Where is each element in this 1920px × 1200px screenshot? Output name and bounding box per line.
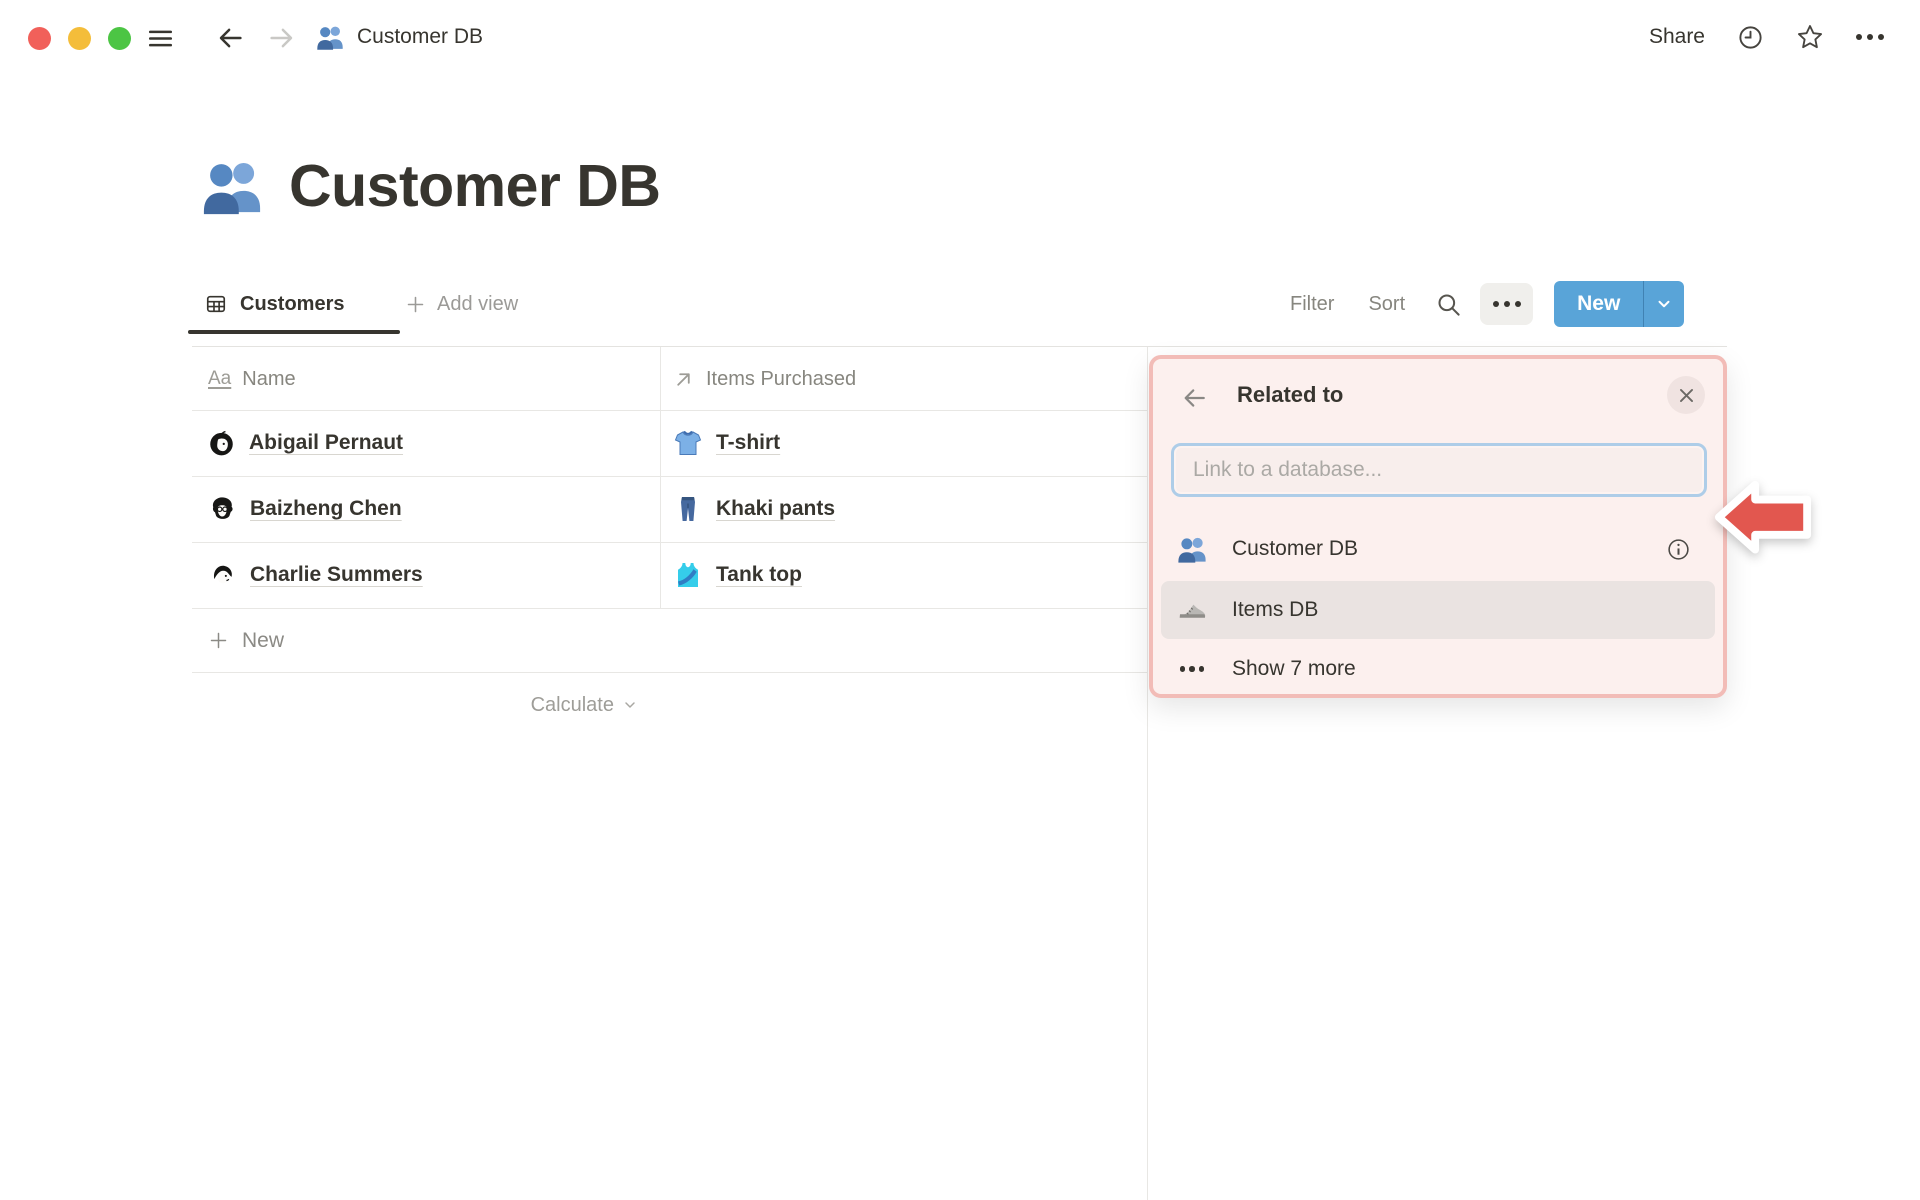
close-window-button[interactable]	[28, 27, 51, 50]
forward-arrow-icon	[270, 28, 293, 48]
new-button[interactable]: New	[1554, 281, 1643, 327]
search-icon	[1438, 293, 1460, 316]
chevron-down-icon	[625, 702, 635, 708]
table-row-name-cell[interactable]: Baizheng Chen	[208, 476, 402, 542]
ellipsis-icon	[1856, 34, 1884, 40]
column-header-name[interactable]: Aa Name	[208, 348, 296, 410]
breadcrumb-label: Customer DB	[357, 25, 484, 48]
option-label: Customer DB	[1232, 537, 1359, 560]
ellipsis-icon	[1177, 666, 1207, 672]
notion-window: Customer DB Share Customer DB Customers	[0, 0, 1920, 1200]
updates-button[interactable]	[1737, 24, 1764, 51]
people-icon	[1178, 537, 1206, 563]
tshirt-icon	[675, 430, 701, 455]
plus-icon	[210, 632, 227, 649]
calculate-label: Calculate	[530, 693, 614, 716]
table-row-item-cell[interactable]: Khaki pants	[674, 476, 835, 542]
view-more-button[interactable]	[1480, 283, 1534, 325]
sidebar-menu-button[interactable]	[146, 24, 175, 53]
plus-icon	[407, 296, 424, 312]
popup-back-button[interactable]	[1181, 384, 1209, 412]
search-button[interactable]	[1435, 291, 1462, 318]
back-arrow-icon	[1184, 389, 1205, 407]
chevron-down-icon	[1658, 300, 1670, 308]
sort-button[interactable]: Sort	[1368, 293, 1405, 316]
table-right-edge	[1147, 347, 1148, 1200]
popup-close-button[interactable]	[1667, 376, 1705, 414]
share-button[interactable]: Share	[1649, 25, 1705, 49]
tab-customers[interactable]: Customers	[188, 278, 361, 330]
close-icon	[1679, 388, 1693, 402]
filter-button[interactable]: Filter	[1290, 293, 1334, 316]
minimize-window-button[interactable]	[68, 27, 91, 50]
annotation-arrow-icon	[1714, 480, 1812, 554]
calculate-button[interactable]: Calculate	[192, 673, 638, 737]
people-icon[interactable]	[201, 155, 263, 217]
star-icon	[1797, 25, 1823, 49]
relation-arrow-icon	[677, 372, 690, 386]
option-label: Items DB	[1232, 598, 1319, 621]
favorite-button[interactable]	[1796, 23, 1824, 51]
add-view-button[interactable]: Add view	[405, 278, 518, 330]
view-controls: Filter Sort New	[1290, 278, 1685, 330]
column-header-items-purchased[interactable]: Items Purchased	[672, 348, 856, 410]
page-more-button[interactable]	[1856, 34, 1884, 40]
info-icon	[1668, 538, 1689, 560]
people-icon	[317, 26, 343, 50]
window-controls	[28, 27, 131, 50]
popup-title: Related to	[1237, 382, 1344, 407]
database-option-items-db[interactable]: Items DB	[1161, 581, 1715, 639]
info-button[interactable]	[1666, 537, 1691, 562]
table-row-name-cell[interactable]: Charlie Summers	[208, 542, 423, 608]
row-name: Charlie Summers	[250, 563, 423, 586]
toolbar-divider	[192, 346, 1727, 347]
clock-icon	[1739, 25, 1762, 49]
avatar	[213, 565, 233, 584]
nav-back-button[interactable]	[216, 23, 246, 53]
back-arrow-icon	[219, 28, 242, 48]
add-view-label: Add view	[437, 292, 519, 315]
ellipsis-icon	[1492, 301, 1521, 307]
avatar	[212, 496, 234, 520]
database-option-customer-db[interactable]: Customer DB	[1161, 521, 1715, 577]
sneaker-icon	[1179, 604, 1206, 619]
new-dropdown-button[interactable]	[1643, 281, 1684, 327]
table-row-name-cell[interactable]: Abigail Pernaut	[208, 410, 403, 476]
row-item: T-shirt	[716, 431, 781, 454]
link-database-input[interactable]	[1171, 443, 1707, 497]
jeans-icon	[680, 496, 696, 522]
show-more-button[interactable]: Show 7 more	[1161, 644, 1715, 694]
topbar-actions: Share	[1649, 0, 1884, 74]
row-item: Tank top	[716, 563, 802, 586]
show-more-label: Show 7 more	[1232, 657, 1356, 680]
new-row-button[interactable]: New	[192, 609, 1147, 672]
tanktop-icon	[678, 563, 698, 587]
column-label: Items Purchased	[706, 367, 857, 390]
avatar	[209, 430, 234, 456]
row-item: Khaki pants	[716, 497, 836, 520]
table-view-icon	[206, 295, 226, 313]
zoom-window-button[interactable]	[108, 27, 131, 50]
page-header: Customer DB	[201, 152, 661, 220]
column-divider	[660, 347, 661, 608]
new-split-button: New	[1554, 281, 1685, 327]
related-to-popup: Related to Customer DB Items DB	[1149, 355, 1727, 698]
page-title[interactable]: Customer DB	[289, 152, 661, 220]
table-row-item-cell[interactable]: Tank top	[674, 542, 802, 608]
nav-forward-button[interactable]	[266, 23, 296, 53]
hamburger-icon	[148, 30, 173, 47]
active-tab-underline	[188, 330, 400, 334]
row-name: Baizheng Chen	[250, 497, 402, 520]
column-label: Name	[242, 367, 296, 390]
tab-label: Customers	[240, 292, 345, 315]
row-name: Abigail Pernaut	[249, 431, 404, 454]
table-row-item-cell[interactable]: T-shirt	[674, 410, 780, 476]
new-row-label: New	[242, 628, 285, 652]
text-property-icon: Aa	[208, 368, 232, 389]
breadcrumb[interactable]: Customer DB	[316, 0, 483, 74]
